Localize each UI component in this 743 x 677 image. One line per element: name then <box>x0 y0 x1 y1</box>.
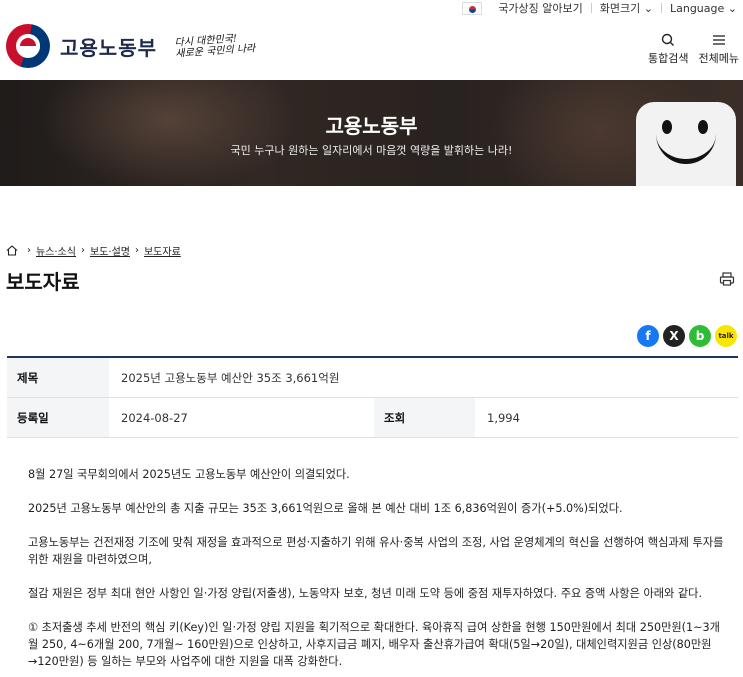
language-dropdown[interactable]: Language ⌄ <box>662 2 743 15</box>
language-label: Language <box>669 1 725 15</box>
banner-subtitle: 국민 누구나 원하는 일자리에서 마음껏 역량을 발휘하는 나라! <box>230 144 513 157</box>
date-label: 등록일 <box>7 398 109 437</box>
breadcrumb: › 뉴스·소식 › 보도·설명 › 보도자료 <box>6 243 181 258</box>
chevron-right-icon: › <box>134 245 139 256</box>
search-icon <box>662 33 675 46</box>
facebook-share-icon[interactable]: f <box>637 325 659 347</box>
body-paragraph: 2025년 고용노동부 예산안의 총 지출 규모는 35조 3,661억원으로 … <box>28 502 623 515</box>
article-body: 8월 27일 국무회의에서 2025년도 고용노동부 예산안이 의결되었다. 2… <box>28 466 728 677</box>
chevron-down-icon: ⌄ <box>727 1 737 15</box>
government-emblem-icon <box>6 24 50 68</box>
table-row: 등록일 2024-08-27 조회 1,994 <box>7 398 738 438</box>
site-logo[interactable]: 고용노동부 다시 대한민국! 새로운 국민의 나라 <box>6 24 256 68</box>
hero-banner: 고용노동부 국민 누구나 원하는 일자리에서 마음껏 역량을 발휘하는 나라! <box>0 80 743 186</box>
breadcrumb-news[interactable]: 뉴스·소식 <box>36 243 76 258</box>
screen-size-dropdown[interactable]: 화면크기 ⌄ <box>592 0 661 16</box>
x-share-icon[interactable]: X <box>663 325 685 347</box>
logo-text: 고용노동부 <box>60 35 157 60</box>
title-label: 제목 <box>7 358 109 397</box>
taegukgi-flag-icon <box>462 1 483 15</box>
page-title: 보도자료 <box>6 270 80 294</box>
table-row: 제목 2025년 고용노동부 예산안 35조 3,661억원 <box>7 358 738 398</box>
kakaotalk-share-icon[interactable]: talk <box>715 325 737 347</box>
band-share-icon[interactable]: b <box>689 325 711 347</box>
search-label: 통합검색 <box>648 52 689 65</box>
views-label: 조회 <box>374 398 475 437</box>
chevron-down-icon: ⌄ <box>643 2 653 15</box>
body-paragraph: 절감 재원은 정부 최대 현안 사항인 일·가정 양립(저출생), 노동약자 보… <box>28 587 703 600</box>
share-buttons: f X b talk <box>637 325 737 347</box>
article-info-table: 제목 2025년 고용노동부 예산안 35조 3,661억원 등록일 2024-… <box>7 356 738 438</box>
breadcrumb-press[interactable]: 보도·설명 <box>90 243 130 258</box>
print-icon[interactable] <box>719 272 735 286</box>
header-actions: 통합검색 전체메뉴 <box>648 32 739 66</box>
home-icon[interactable] <box>6 245 18 256</box>
national-symbol-link[interactable]: 국가상징 알아보기 <box>490 0 590 16</box>
all-menu-button[interactable]: 전체메뉴 <box>699 32 739 66</box>
body-paragraph: 고용노동부는 건전재정 기조에 맞춰 재정을 효과적으로 편성·지출하기 위해 … <box>28 536 724 566</box>
body-paragraph: ① 초저출생 추세 반전의 핵심 키(Key)인 일·가정 양립 지원을 획기적… <box>28 621 720 668</box>
chevron-right-icon: › <box>27 245 31 256</box>
body-paragraph: 8월 27일 국무회의에서 2025년도 고용노동부 예산안이 의결되었다. <box>28 468 350 481</box>
breadcrumb-press-release[interactable]: 보도자료 <box>144 243 181 258</box>
hamburger-menu-icon <box>712 35 725 45</box>
article-views: 1,994 <box>487 410 520 425</box>
banner-title: 고용노동부 <box>325 114 418 138</box>
screen-size-label: 화면크기 <box>599 2 641 15</box>
article-date: 2024-08-27 <box>121 410 188 425</box>
menu-label: 전체메뉴 <box>698 52 739 65</box>
chevron-right-icon: › <box>80 245 85 256</box>
search-button[interactable]: 통합검색 <box>648 32 689 66</box>
utility-bar: 국가상징 알아보기 화면크기 ⌄ Language ⌄ <box>462 0 743 16</box>
slogan: 다시 대한민국! 새로운 국민의 나라 <box>174 32 255 59</box>
article-title: 2025년 고용노동부 예산안 35조 3,661억원 <box>121 370 340 385</box>
